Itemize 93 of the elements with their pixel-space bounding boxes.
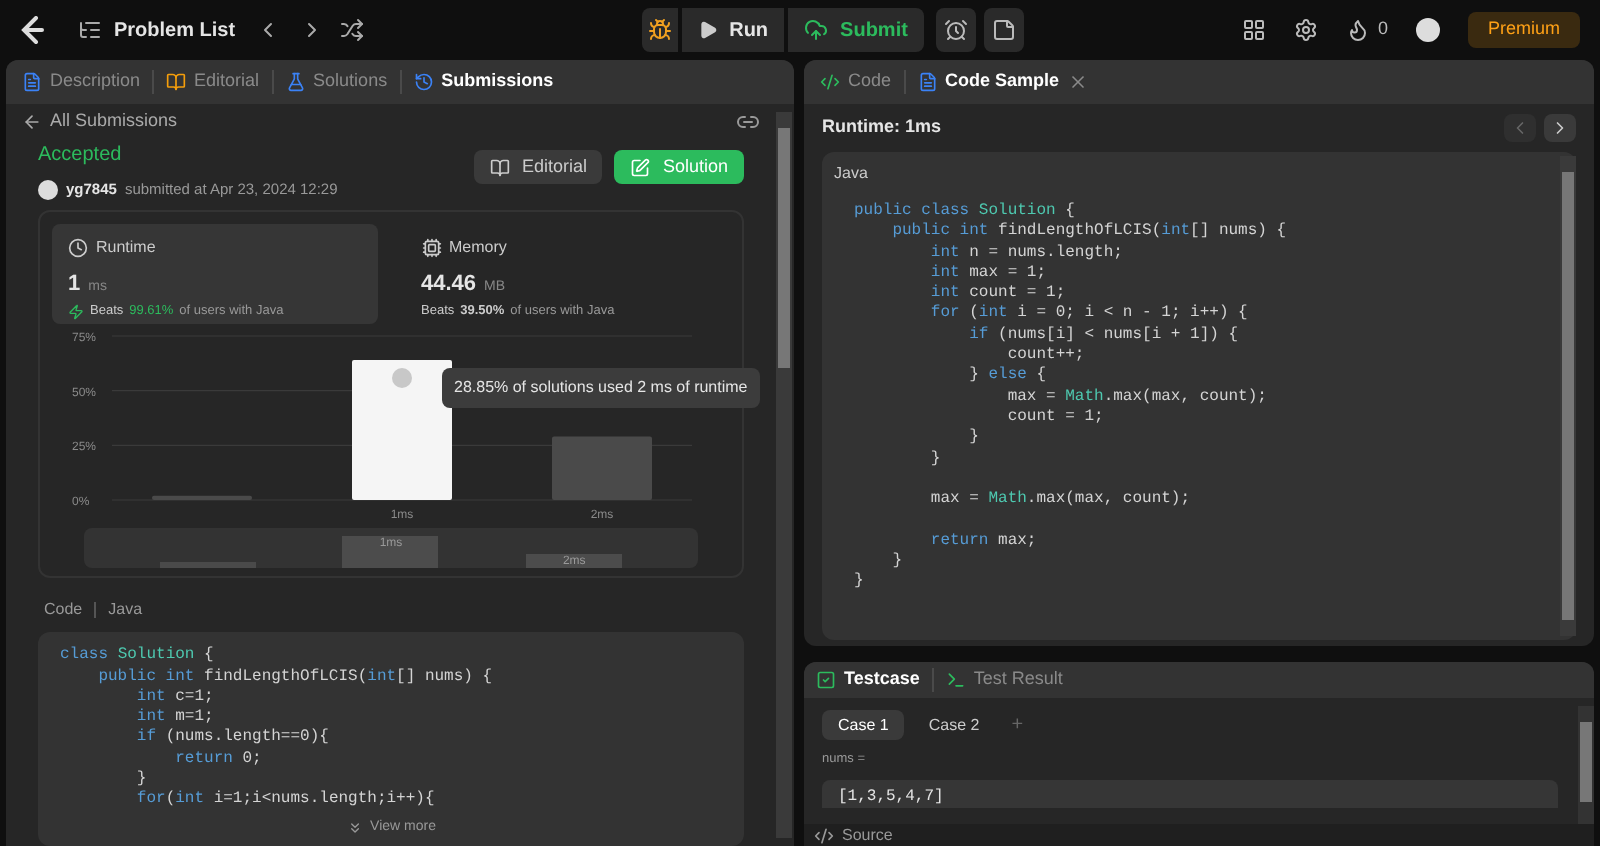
code-line: int count = 1; <box>928 284 1068 304</box>
code-line: for (int i = 0; i < n - 1; i++) { <box>928 304 1250 326</box>
code-line: int n = nums.length; <box>928 243 1125 264</box>
code-line: return 0; <box>173 749 264 771</box>
problem-list-button[interactable]: Problem List <box>78 15 236 45</box>
notes-button[interactable] <box>983 8 1024 52</box>
bolt-icon <box>68 303 84 320</box>
code-line: } else { <box>967 366 1049 388</box>
code-line: max = Math.max(max, count); <box>928 490 1193 511</box>
premium-button[interactable]: Premium <box>1467 12 1580 48</box>
tab-icon <box>816 670 836 690</box>
upload-icon <box>804 18 829 42</box>
scrollbar[interactable] <box>776 112 792 838</box>
note-icon <box>991 18 1016 42</box>
submission-status: Accepted <box>38 142 124 170</box>
tab-icon <box>820 72 840 92</box>
chip-icon <box>421 238 441 259</box>
tab-icon <box>917 72 938 92</box>
flame-icon[interactable] <box>1345 18 1370 42</box>
scrollbar[interactable] <box>1578 706 1594 824</box>
code-line: } <box>967 428 981 450</box>
code-line: } <box>854 572 866 594</box>
input-field[interactable]: [1,3,5,4,7] <box>822 779 1558 808</box>
editorial-button[interactable]: Editorial <box>473 150 603 184</box>
book-icon <box>489 157 510 177</box>
code-line: if (nums[i] < nums[i + 1]) { <box>967 325 1241 347</box>
stat-title: Runtime <box>96 236 156 261</box>
debug-button[interactable] <box>641 8 678 52</box>
tab-icon <box>22 72 42 92</box>
panel-tab[interactable]: Solutions <box>285 68 388 96</box>
runtime-title: Runtime: 1ms <box>822 114 942 141</box>
user-avatar <box>38 179 58 200</box>
code-icon <box>814 825 834 845</box>
timer-button[interactable] <box>935 8 976 52</box>
scrollbar[interactable] <box>1560 156 1576 636</box>
code-line: } <box>890 552 905 573</box>
stat-value: 44.46 <box>421 270 477 301</box>
alarm-clock-icon <box>943 18 968 42</box>
panel-tab[interactable]: Code Sample <box>917 68 1088 96</box>
chart-bar[interactable] <box>352 360 452 501</box>
language-label: Java <box>834 162 870 186</box>
next-button[interactable] <box>1544 114 1576 142</box>
grid-icon[interactable] <box>1241 18 1266 42</box>
stat-title: Memory <box>449 236 507 261</box>
tab-icon <box>285 72 306 92</box>
panel-tab[interactable]: Description <box>22 68 141 96</box>
code-line: max = Math.max(max, count); <box>1005 387 1269 408</box>
code-line: class Solution { <box>60 646 216 668</box>
back-arrow-icon <box>22 111 42 131</box>
close-icon[interactable] <box>1067 72 1088 92</box>
tab-icon <box>166 72 187 92</box>
code-line: int m=1; <box>134 708 216 728</box>
panel-tab[interactable]: Test Result <box>945 666 1063 694</box>
panel-tab[interactable]: Submissions <box>413 68 554 96</box>
code-line: count++; <box>1005 346 1087 366</box>
panel-tab[interactable]: Code <box>820 68 892 96</box>
code-line: } <box>134 770 149 790</box>
panel-tab[interactable]: Testcase <box>816 666 920 694</box>
panel-tab[interactable]: Editorial <box>166 68 260 96</box>
shuffle-icon[interactable] <box>339 18 364 42</box>
play-icon <box>697 20 718 40</box>
list-icon <box>78 18 102 42</box>
case-tab[interactable]: Case 2 <box>912 710 996 740</box>
tab-icon <box>945 670 966 690</box>
code-line: int max = 1; <box>928 263 1049 284</box>
avatar-icon[interactable] <box>1415 18 1440 42</box>
settings-icon[interactable] <box>1293 18 1318 42</box>
code-line: public int findLengthOfLCIS(int[] nums) { <box>96 667 495 688</box>
all-submissions-link[interactable]: All Submissions <box>22 107 178 135</box>
code-line: for(int i=1;i<nums.length;i++){ <box>134 790 437 812</box>
clock-icon <box>68 238 88 259</box>
case-tab[interactable]: Case 1 <box>822 710 905 740</box>
chart-tooltip: 28.85% of solutions used 2 ms of runtime <box>442 368 760 409</box>
code-line: } <box>928 449 943 470</box>
code-label: Code <box>44 598 83 623</box>
code-line: int c=1; <box>134 687 216 708</box>
code-line: return max; <box>928 531 1039 553</box>
stat-value: 1 <box>68 270 81 301</box>
edit-icon <box>630 157 651 177</box>
streak-count: 0 <box>1377 16 1388 43</box>
source-label[interactable]: Source <box>842 823 893 846</box>
submit-button[interactable]: Submit <box>788 8 924 52</box>
code-line: if (nums.length==0){ <box>134 728 331 750</box>
code-line: count = 1; <box>1005 407 1106 429</box>
run-button[interactable]: Run <box>681 8 785 52</box>
language-label: Java <box>108 598 143 623</box>
tab-icon <box>413 72 434 92</box>
code-line: public int findLengthOfLCIS(int[] nums) { <box>890 222 1289 244</box>
bug-icon <box>647 18 672 42</box>
double-chevron-icon <box>346 819 363 836</box>
avatar-icon <box>392 368 412 389</box>
code-line: public class Solution { <box>854 202 1077 222</box>
logo-icon[interactable] <box>20 15 46 45</box>
